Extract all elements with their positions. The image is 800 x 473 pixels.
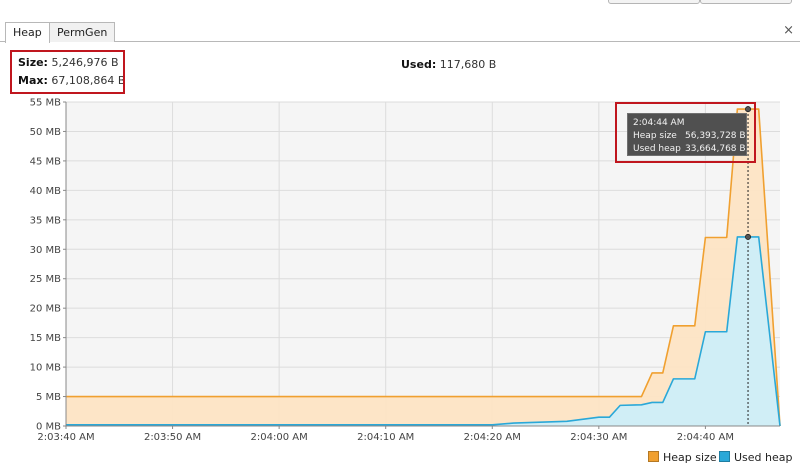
y-tick-label: 10 MB [30, 363, 62, 374]
legend-heap-size-swatch [648, 451, 659, 462]
legend-heap-size: Heap size [648, 451, 717, 464]
x-tick-label: 2:04:00 AM [251, 432, 308, 443]
legend-used-heap-label: Used heap [734, 451, 793, 464]
x-tick-label: 2:03:40 AM [37, 432, 94, 443]
tab-heap[interactable]: Heap [5, 22, 50, 43]
y-tick-label: 5 MB [36, 392, 61, 403]
legend-used-heap: Used heap [719, 451, 793, 464]
y-tick-label: 0 MB [36, 422, 61, 433]
x-tick-label: 2:04:30 AM [570, 432, 627, 443]
y-tick-label: 20 MB [30, 304, 62, 315]
x-tick-label: 2:04:10 AM [357, 432, 414, 443]
y-tick-label: 35 MB [30, 215, 62, 226]
y-tick-label: 30 MB [30, 245, 62, 256]
y-tick-label: 25 MB [30, 274, 62, 285]
y-tick-label: 45 MB [30, 156, 62, 167]
x-tick-label: 2:03:50 AM [144, 432, 201, 443]
used-heap-hover-point [745, 233, 752, 240]
y-tick-label: 15 MB [30, 333, 62, 344]
y-tick-label: 40 MB [30, 186, 62, 197]
x-tick-label: 2:04:40 AM [677, 432, 734, 443]
tooltip-highlight-box [615, 102, 756, 163]
heap-chart: 0 MB 5 MB 10 MB 15 MB 20 MB 25 MB 30 MB 35 MB 40… [30, 98, 781, 443]
y-tick-label: 50 MB [30, 127, 62, 138]
legend-used-heap-swatch [719, 451, 730, 462]
legend-heap-size-label: Heap size [663, 451, 717, 464]
y-tick-label: 55 MB [30, 98, 62, 109]
x-tick-label: 2:04:20 AM [464, 432, 521, 443]
